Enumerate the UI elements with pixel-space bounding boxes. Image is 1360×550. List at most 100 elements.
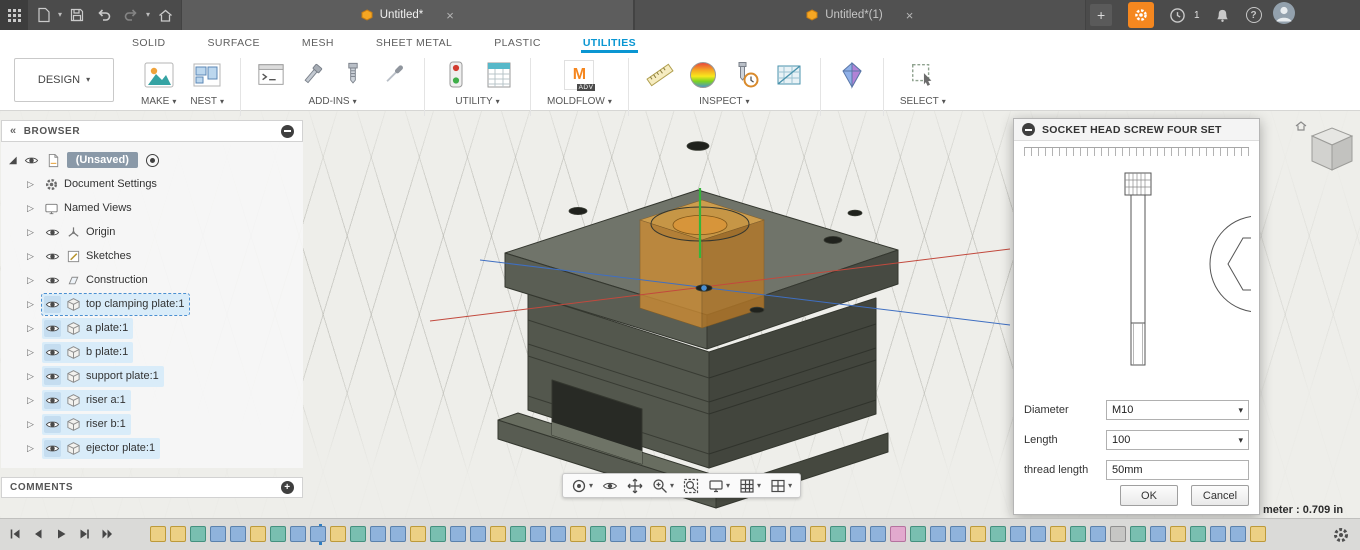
document-tab[interactable]: Untitled*(1) xyxy=(633,0,1087,30)
item-label[interactable]: Named Views xyxy=(64,202,132,214)
browser-root-item[interactable]: (Unsaved) xyxy=(1,148,303,172)
timeline-feature-icon[interactable] xyxy=(350,526,366,542)
timeline-feature-icon[interactable] xyxy=(830,526,846,542)
job-status-icon[interactable] xyxy=(1128,2,1155,28)
timeline-feature-icon[interactable] xyxy=(990,526,1006,542)
browser-tree-item[interactable]: top clamping plate:1 xyxy=(1,292,303,316)
make-group-label[interactable]: MAKE xyxy=(141,96,176,107)
traffic-light-utility-icon[interactable] xyxy=(441,60,471,90)
timeline-feature-icon[interactable] xyxy=(310,526,326,542)
viewports-layout-icon[interactable] xyxy=(767,477,795,495)
field-control[interactable]: M10 xyxy=(1106,400,1249,420)
moldflow-group-label[interactable]: MOLDFLOW xyxy=(547,96,612,107)
field-control[interactable]: 50mm xyxy=(1106,460,1249,480)
display-settings-icon[interactable] xyxy=(705,477,733,495)
expand-arrow-icon[interactable] xyxy=(9,154,17,166)
timeline-feature-icon[interactable] xyxy=(1250,526,1266,542)
timeline-feature-icon[interactable] xyxy=(370,526,386,542)
timeline-feature-icon[interactable] xyxy=(530,526,546,542)
timeline-feature-icon[interactable] xyxy=(630,526,646,542)
ribbon-tab[interactable]: SOLID xyxy=(130,34,168,53)
document-tab-label[interactable]: Untitled* xyxy=(380,9,423,21)
timeline-feature-icon[interactable] xyxy=(450,526,466,542)
timeline-feature-icon[interactable] xyxy=(650,526,666,542)
dropdown-arrow-icon[interactable] xyxy=(1238,435,1243,446)
file-menu-caret-icon[interactable] xyxy=(58,11,62,19)
timeline-feature-icon[interactable] xyxy=(1230,526,1246,542)
timeline-feature-icon[interactable] xyxy=(1210,526,1226,542)
browser-tree-item[interactable]: riser b:1 xyxy=(1,412,303,436)
collapse-panel-icon[interactable] xyxy=(10,125,17,137)
field-value[interactable]: 100 xyxy=(1112,434,1238,446)
mold-assembly-3d-model[interactable] xyxy=(300,112,1015,512)
timeline-feature-icon[interactable] xyxy=(1070,526,1086,542)
timeline-feature-icon[interactable] xyxy=(610,526,626,542)
timeline-feature-icon[interactable] xyxy=(150,526,166,542)
collapse-dialog-icon[interactable] xyxy=(1022,123,1035,136)
browser-tree-item[interactable]: Sketches xyxy=(1,244,303,268)
browser-tree-item[interactable]: a plate:1 xyxy=(1,316,303,340)
app-launcher-grid-icon[interactable] xyxy=(0,0,28,30)
timeline-feature-icon[interactable] xyxy=(230,526,246,542)
expand-arrow-icon[interactable] xyxy=(27,251,37,262)
spreadsheet-utility-icon[interactable] xyxy=(484,60,514,90)
visibility-eye-icon[interactable] xyxy=(44,415,61,433)
expand-arrow-icon[interactable] xyxy=(27,275,37,286)
moldflow-tool-icon[interactable]: M ADV xyxy=(564,60,596,91)
timeline-feature-icon[interactable] xyxy=(490,526,506,542)
ribbon-tab[interactable]: UTILITIES xyxy=(580,34,638,53)
timeline-feature-icon[interactable] xyxy=(390,526,406,542)
browser-tree-item[interactable]: support plate:1 xyxy=(1,364,303,388)
timeline-feature-icon[interactable] xyxy=(570,526,586,542)
timeline-feature-icon[interactable] xyxy=(670,526,686,542)
visibility-eye-icon[interactable] xyxy=(44,295,61,313)
go-to-start-icon[interactable] xyxy=(8,527,22,541)
timeline-feature-icon[interactable] xyxy=(710,526,726,542)
file-menu-icon[interactable] xyxy=(31,3,55,27)
timeline-feature-icon[interactable] xyxy=(1010,526,1026,542)
expand-arrow-icon[interactable] xyxy=(27,443,37,454)
expand-arrow-icon[interactable] xyxy=(27,419,37,430)
visibility-eye-icon[interactable] xyxy=(44,367,61,385)
visibility-eye-icon[interactable] xyxy=(44,439,61,457)
expand-arrow-icon[interactable] xyxy=(27,203,37,214)
ok-button[interactable]: OK xyxy=(1120,485,1178,506)
utility-group-label[interactable]: UTILITY xyxy=(455,96,499,107)
step-back-icon[interactable] xyxy=(31,527,45,541)
help-icon[interactable] xyxy=(1245,7,1262,23)
item-label[interactable]: ejector plate:1 xyxy=(86,442,155,454)
browser-tree-item[interactable]: Origin xyxy=(1,220,303,244)
ribbon-tab[interactable]: MESH xyxy=(300,34,336,53)
comments-bar[interactable]: COMMENTS xyxy=(1,477,303,498)
item-label[interactable]: riser a:1 xyxy=(86,394,126,406)
browser-tree-item[interactable]: ejector plate:1 xyxy=(1,436,303,460)
view-cube[interactable] xyxy=(1294,118,1356,189)
redo-caret-icon[interactable] xyxy=(146,11,150,19)
curvature-analysis-icon[interactable] xyxy=(688,60,718,90)
timeline-feature-icon[interactable] xyxy=(190,526,206,542)
browser-tree-item[interactable]: Document Settings xyxy=(1,172,303,196)
gem-tool-icon[interactable] xyxy=(837,60,867,90)
timeline-feature-icon[interactable] xyxy=(850,526,866,542)
nest-group-label[interactable]: NEST xyxy=(190,96,224,107)
timeline-feature-icon[interactable] xyxy=(330,526,346,542)
item-label[interactable]: a plate:1 xyxy=(86,322,128,334)
field-value[interactable]: M10 xyxy=(1112,404,1238,416)
play-icon[interactable] xyxy=(54,527,68,541)
ribbon-tab[interactable]: SHEET METAL xyxy=(374,34,454,53)
timeline-feature-icon[interactable] xyxy=(210,526,226,542)
grid-settings-icon[interactable] xyxy=(736,477,764,495)
fit-view-icon[interactable] xyxy=(680,477,702,495)
inspect-group-label[interactable]: INSPECT xyxy=(699,96,749,107)
screw-tool-icon[interactable] xyxy=(339,61,367,89)
timeline-feature-icon[interactable] xyxy=(870,526,886,542)
look-at-icon[interactable] xyxy=(599,477,621,495)
nest-tool-icon[interactable] xyxy=(192,60,222,90)
document-tab[interactable]: Untitled* xyxy=(181,0,634,30)
save-icon[interactable] xyxy=(65,3,89,27)
timeline-feature-icon[interactable] xyxy=(770,526,786,542)
timeline-feature-icon[interactable] xyxy=(950,526,966,542)
notification-clock-icon[interactable] xyxy=(1165,3,1189,27)
browser-tree-item[interactable]: Construction xyxy=(1,268,303,292)
bell-icon[interactable] xyxy=(1211,3,1235,27)
